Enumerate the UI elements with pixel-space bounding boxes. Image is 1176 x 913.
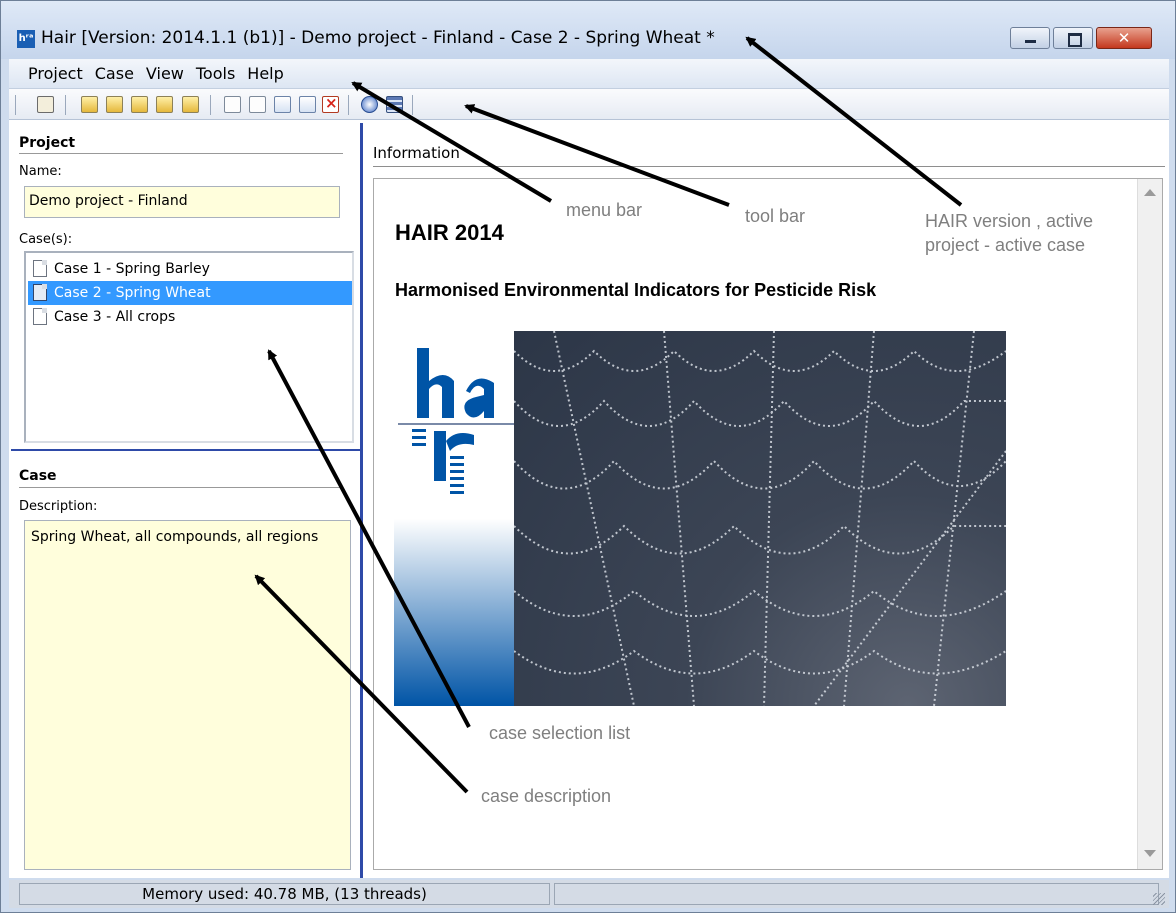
scroll-down-icon[interactable] — [1144, 850, 1156, 857]
case-list-item[interactable]: Case 3 - All crops — [28, 305, 352, 329]
title-bar[interactable]: hʳᵃ Hair [Version: 2014.1.1 (b1)] - Demo… — [1, 1, 1175, 59]
annotation-hair-version-line2: project - active case — [925, 235, 1086, 255]
preview-case-icon[interactable] — [249, 96, 266, 113]
hair-logo-graphic — [398, 348, 514, 494]
menu-bar: Project Case View Tools Help — [9, 59, 1169, 88]
memory-status: Memory used: 40.78 MB, (13 threads) — [19, 883, 550, 905]
home-icon[interactable] — [37, 96, 54, 113]
status-cell-empty — [554, 883, 1159, 905]
project-name-field[interactable]: Demo project - Finland — [24, 186, 340, 218]
case-selection-list[interactable]: Case 1 - Spring Barley Case 2 - Spring W… — [24, 251, 354, 443]
menu-project[interactable]: Project — [22, 59, 89, 88]
toolbar-separator — [412, 95, 413, 115]
case-list-item[interactable]: Case 1 - Spring Barley — [28, 257, 352, 281]
new-project-icon[interactable] — [81, 96, 98, 113]
menu-view[interactable]: View — [140, 59, 190, 88]
spider-web-photo — [514, 331, 1006, 706]
menu-case[interactable]: Case — [89, 59, 140, 88]
project-properties-icon[interactable] — [156, 96, 173, 113]
scroll-up-icon[interactable] — [1144, 189, 1156, 196]
panel-splitter-vertical[interactable] — [360, 123, 363, 878]
maximize-button[interactable] — [1053, 27, 1093, 49]
active-case-icon — [33, 284, 47, 301]
menu-list: Project Case View Tools Help — [22, 59, 290, 88]
open-project-icon[interactable] — [106, 96, 123, 113]
project-panel-rule — [19, 153, 343, 154]
information-label: Information — [373, 144, 460, 162]
window-title: Hair [Version: 2014.1.1 (b1)] - Demo pro… — [41, 28, 715, 48]
information-rule — [373, 166, 1165, 167]
close-button[interactable]: ✕ — [1096, 27, 1152, 49]
project-panel-title: Project — [19, 135, 76, 151]
case-panel-rule — [19, 487, 343, 488]
case-list-item-label: Case 3 - All crops — [54, 309, 176, 325]
annotation-menu-bar: menu bar — [566, 200, 643, 220]
status-bar: Memory used: 40.78 MB, (13 threads) — [9, 880, 1169, 908]
annotation-hair-version-line1: HAIR version , active — [925, 211, 1094, 231]
export-project-icon[interactable] — [182, 96, 199, 113]
minimize-button[interactable] — [1010, 27, 1050, 49]
information-scrollbar[interactable] — [1137, 179, 1162, 869]
document-icon — [33, 308, 47, 325]
new-case-icon[interactable] — [224, 96, 241, 113]
toolbar-separator — [348, 95, 349, 115]
document-icon — [33, 260, 47, 277]
annotation-case-selection-list: case selection list — [489, 723, 631, 743]
application-window: hʳᵃ Hair [Version: 2014.1.1 (b1)] - Demo… — [0, 0, 1176, 913]
information-subheading: Harmonised Environmental Indicators for … — [395, 280, 877, 300]
case-list-item-selected[interactable]: Case 2 - Spring Wheat — [28, 281, 352, 305]
edit-case-icon[interactable] — [274, 96, 291, 113]
annotation-case-description: case description — [481, 786, 612, 806]
run-case-icon[interactable] — [299, 96, 316, 113]
hair-app-icon: hʳᵃ — [17, 30, 35, 48]
hair-logo — [394, 331, 514, 706]
case-description-label: Description: — [19, 499, 98, 514]
toolbar-separator — [65, 95, 66, 115]
toolbar-separator — [210, 95, 211, 115]
case-list-item-label: Case 2 - Spring Wheat — [54, 285, 211, 301]
information-heading: HAIR 2014 — [395, 220, 504, 245]
case-list-item-label: Case 1 - Spring Barley — [54, 261, 210, 277]
spider-web-graphic — [514, 331, 1006, 706]
toolbar-separator — [15, 95, 16, 115]
case-description-field[interactable]: Spring Wheat, all compounds, all regions — [24, 520, 351, 870]
annotation-tool-bar: tool bar — [745, 206, 806, 226]
resize-grip-icon[interactable] — [1153, 893, 1165, 905]
project-name-label: Name: — [19, 164, 62, 179]
case-panel-title: Case — [19, 468, 57, 484]
cases-label: Case(s): — [19, 232, 73, 247]
calculator-icon[interactable] — [386, 96, 403, 113]
save-project-icon[interactable] — [131, 96, 148, 113]
menu-tools[interactable]: Tools — [190, 59, 241, 88]
menu-help[interactable]: Help — [241, 59, 289, 88]
help-icon[interactable] — [361, 96, 378, 113]
tool-bar — [9, 88, 1169, 120]
delete-case-icon[interactable] — [322, 94, 339, 113]
close-icon: ✕ — [1117, 29, 1131, 47]
